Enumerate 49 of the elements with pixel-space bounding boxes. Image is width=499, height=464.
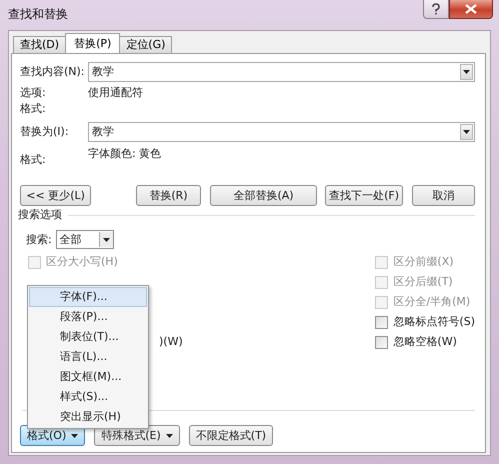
help-button[interactable] — [423, 0, 449, 19]
menu-item[interactable]: 突出显示(H) — [29, 407, 147, 427]
window-title: 查找和替换 — [8, 7, 68, 21]
dialog-button[interactable]: 查找下一处(F) — [325, 185, 403, 206]
tab[interactable]: 替换(P) — [65, 33, 120, 53]
dialog-button[interactable]: 替换(R) — [136, 185, 201, 206]
dialog-button[interactable]: 全部替换(A) — [210, 185, 318, 206]
dropdown-button[interactable] — [460, 124, 473, 140]
close-button[interactable] — [449, 0, 493, 19]
section-title: 搜索选项 — [18, 208, 62, 222]
format-button[interactable]: 不限定格式(T) — [188, 425, 274, 446]
tab[interactable]: 查找(D) — [13, 36, 66, 53]
options-label: 选项: — [20, 86, 47, 100]
menu-item[interactable]: 样式(S)... — [29, 387, 147, 407]
checkbox-label: 忽略空格(W) — [393, 335, 457, 349]
tab[interactable]: 定位(G) — [119, 36, 172, 53]
checkbox[interactable] — [375, 316, 388, 328]
checkbox-label: 区分大小写(H) — [46, 255, 118, 269]
format-label: 格式: — [20, 152, 47, 167]
format-value: 字体颜色: 黄色 — [88, 147, 162, 161]
checkbox-label: 忽略标点符号(S) — [393, 315, 475, 329]
search-dropdown[interactable]: 全部 — [56, 230, 114, 249]
menu-item[interactable]: 制表位(T)... — [29, 327, 147, 347]
find-field[interactable]: 教学 — [88, 62, 475, 82]
options-value: 使用通配符 — [88, 86, 143, 100]
search-label: 搜索: — [26, 232, 52, 246]
caret-icon — [166, 434, 173, 438]
checkbox-label: 区分后缀(T) — [393, 275, 453, 289]
caret-icon — [463, 70, 470, 74]
menu-item[interactable]: 语言(L)... — [29, 347, 147, 367]
format-label: 格式: — [20, 102, 47, 116]
replace-field[interactable]: 教学 — [88, 122, 475, 142]
menu-item[interactable]: 字体(F)... — [29, 287, 147, 307]
close-icon — [465, 4, 477, 14]
checkbox-label: 区分前缀(X) — [393, 255, 454, 269]
checkbox-label: )(W) — [159, 335, 183, 349]
caret-icon — [463, 130, 470, 134]
dialog-button[interactable]: 取消 — [412, 185, 476, 206]
checkbox[interactable] — [375, 336, 388, 348]
checkbox-label: 区分全/半角(M) — [393, 295, 470, 309]
field-label: 查找内容(N): — [20, 65, 86, 79]
field-label: 替换为(I): — [20, 125, 70, 139]
caret-icon — [102, 238, 110, 242]
menu-item[interactable]: 图文框(M)... — [29, 367, 147, 387]
dropdown-button[interactable] — [460, 64, 473, 80]
help-icon — [431, 3, 441, 15]
caret-icon — [71, 434, 78, 438]
dialog-button[interactable]: << 更少(L) — [20, 185, 92, 206]
menu-item[interactable]: 段落(P)... — [29, 307, 147, 327]
